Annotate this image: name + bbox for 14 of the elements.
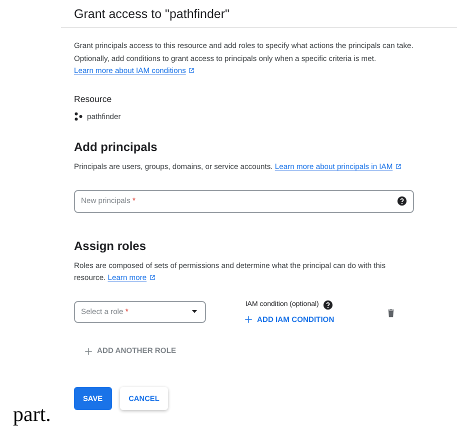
caption-text: part.	[13, 404, 51, 425]
plus-icon	[84, 346, 93, 356]
plus-icon	[244, 315, 253, 324]
external-link-icon	[148, 274, 156, 282]
resource-icon	[74, 112, 83, 121]
help-icon	[322, 300, 333, 310]
help-icon	[397, 196, 407, 206]
delete-icon[interactable]	[386, 308, 396, 318]
section-heading: Add principals	[74, 139, 158, 156]
external-link-icon	[188, 67, 195, 74]
dialog-title: Grant access to "pathfinder"	[61, 0, 457, 28]
section-heading: Assign roles	[74, 238, 148, 255]
external-link-icon	[394, 163, 402, 170]
section-heading: Resource	[74, 92, 113, 106]
